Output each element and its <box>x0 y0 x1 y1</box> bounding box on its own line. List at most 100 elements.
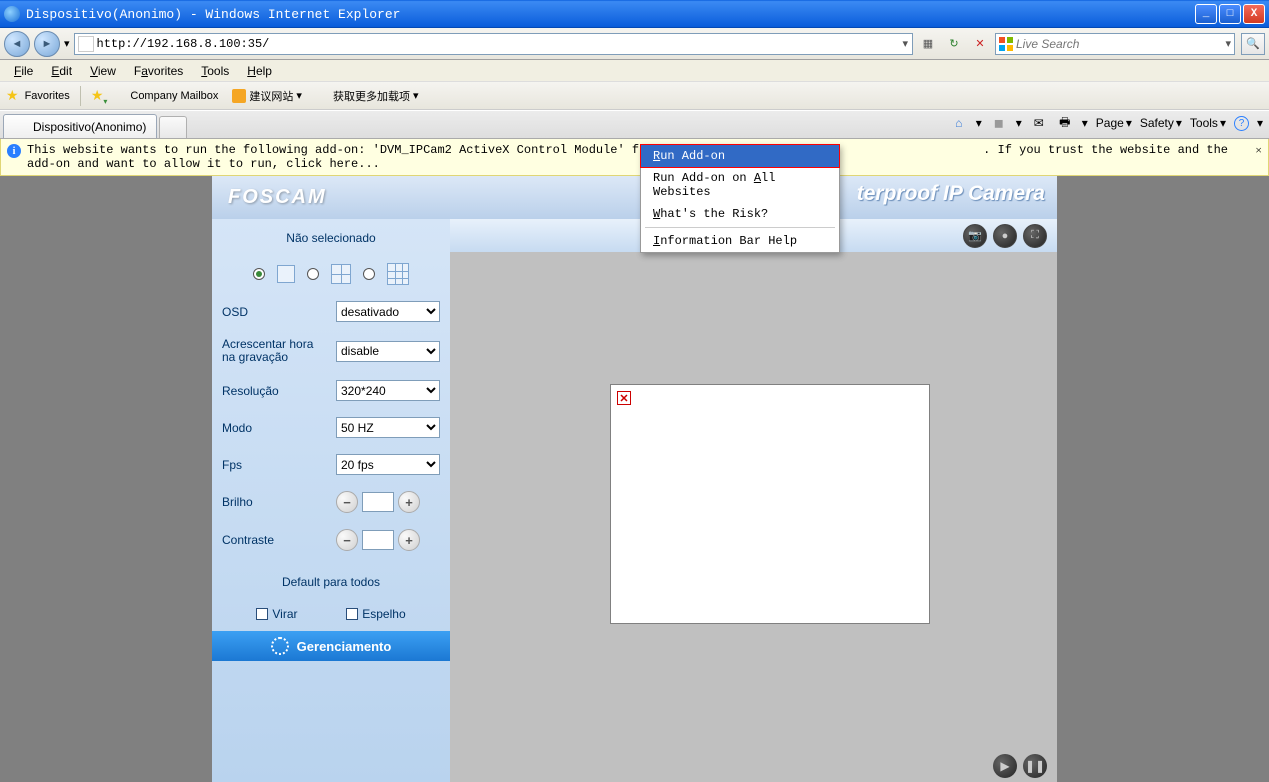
menu-bar: File Edit View Favorites Tools Help <box>0 60 1269 82</box>
dropdown-icon[interactable]: ▾ <box>1257 116 1263 130</box>
layout-selector <box>222 257 440 291</box>
back-button[interactable]: ◄ <box>4 31 30 57</box>
nav-dropdown-icon[interactable]: ▾ <box>64 37 70 50</box>
contrast-label: Contraste <box>222 533 328 547</box>
video-area: 📷 ● ⛶ ✕ ▶ ❚❚ <box>450 219 1057 782</box>
layout-9-radio[interactable] <box>363 268 375 280</box>
infobar-close-icon[interactable]: × <box>1255 143 1262 158</box>
menu-view[interactable]: View <box>82 62 124 80</box>
mail-icon[interactable]: ✉ <box>1030 114 1048 132</box>
compat-view-icon[interactable]: ▦ <box>917 33 939 55</box>
video-footer: ▶ ❚❚ <box>993 754 1047 778</box>
fav-get-more-addons[interactable]: 获取更多加载项 ▾ <box>312 86 423 106</box>
mirror-label: Espelho <box>362 607 405 621</box>
tools-menu[interactable]: Tools ▾ <box>1190 116 1226 130</box>
dropdown-icon[interactable]: ▾ <box>976 116 982 130</box>
fps-select[interactable]: 20 fps <box>336 454 440 475</box>
new-tab-button[interactable] <box>159 116 187 138</box>
close-button[interactable]: X <box>1243 4 1265 24</box>
app-header: FOSCAM terproof IP Camera <box>212 176 1057 219</box>
menu-whats-the-risk[interactable]: What's the Risk? <box>641 203 839 225</box>
help-icon[interactable]: ? <box>1234 116 1249 131</box>
gear-icon <box>271 637 289 655</box>
camera-sidebar: Não selecionado OSD desativado Acrescent… <box>212 219 450 782</box>
infobar-context-menu: RRun Add-onun Add-on Run Add-on on All W… <box>640 144 840 253</box>
forward-button[interactable]: ► <box>34 31 60 57</box>
layout-4-icon <box>331 264 351 284</box>
dropdown-icon[interactable]: ▾ <box>1016 116 1022 130</box>
tab-active[interactable]: Dispositivo(Anonimo) <box>3 114 157 138</box>
osd-select[interactable]: desativado <box>336 301 440 322</box>
camera-app: FOSCAM terproof IP Camera Não selecionad… <box>212 176 1057 782</box>
video-placeholder: ✕ <box>610 384 930 624</box>
sidebar-title: Não selecionado <box>222 227 440 253</box>
add-favorites-icon[interactable]: ★▾ <box>91 87 104 104</box>
layout-4-radio[interactable] <box>307 268 319 280</box>
separator <box>80 86 81 106</box>
window-title: Dispositivo(Anonimo) - Windows Internet … <box>26 7 1195 22</box>
menu-help[interactable]: Help <box>239 62 280 80</box>
snapshot-button[interactable]: 📷 <box>963 224 987 248</box>
menu-edit[interactable]: Edit <box>43 62 80 80</box>
search-input[interactable] <box>1016 37 1222 51</box>
search-button[interactable]: 🔍 <box>1241 33 1265 55</box>
record-button[interactable]: ● <box>993 224 1017 248</box>
page-menu[interactable]: Page ▾ <box>1096 116 1132 130</box>
maximize-button[interactable]: □ <box>1219 4 1241 24</box>
address-dropdown-icon[interactable]: ▾ <box>898 37 912 50</box>
ie-page-icon <box>316 89 330 103</box>
mode-label: Modo <box>222 421 328 435</box>
fav-company-mailbox[interactable]: Company Mailbox <box>109 87 222 105</box>
tab-title: Dispositivo(Anonimo) <box>33 120 146 134</box>
flip-label: Virar <box>272 607 297 621</box>
default-all-link[interactable]: Default para todos <box>222 561 440 597</box>
favorites-star-icon[interactable]: ★ <box>6 87 19 104</box>
menu-file[interactable]: File <box>6 62 41 80</box>
fav-suggested-sites[interactable]: 建议网站 ▾ <box>228 86 306 106</box>
menu-favorites[interactable]: Favorites <box>126 62 191 80</box>
rss-icon[interactable]: ◼ <box>990 114 1008 132</box>
dropdown-icon: ▾ <box>413 89 419 102</box>
resolution-select[interactable]: 320*240 <box>336 380 440 401</box>
menu-run-addon[interactable]: RRun Add-onun Add-on <box>640 144 840 168</box>
timestamp-select[interactable]: disable <box>336 341 440 362</box>
mode-select[interactable]: 50 HZ <box>336 417 440 438</box>
favorites-bar: ★ Favorites ★▾ Company Mailbox 建议网站 ▾ 获取… <box>0 82 1269 110</box>
layout-1-icon <box>277 265 295 283</box>
fullscreen-button[interactable]: ⛶ <box>1023 224 1047 248</box>
search-box[interactable]: ▾ <box>995 33 1235 55</box>
dropdown-icon[interactable]: ▾ <box>1082 116 1088 130</box>
resolution-label: Resolução <box>222 384 328 398</box>
menu-tools[interactable]: Tools <box>193 62 237 80</box>
brightness-minus-button[interactable]: − <box>336 491 358 513</box>
play-button[interactable]: ▶ <box>993 754 1017 778</box>
fav-more-label: 获取更多加载项 <box>333 88 410 104</box>
fav-company-mailbox-label: Company Mailbox <box>130 90 218 102</box>
fps-label: Fps <box>222 458 328 472</box>
address-input[interactable] <box>97 35 899 53</box>
contrast-plus-button[interactable]: + <box>398 529 420 551</box>
layout-1-radio[interactable] <box>253 268 265 280</box>
menu-info-bar-help[interactable]: Information Bar Help <box>641 230 839 252</box>
contrast-input[interactable] <box>362 530 394 550</box>
favorites-label[interactable]: Favorites <box>25 90 70 102</box>
contrast-minus-button[interactable]: − <box>336 529 358 551</box>
safety-menu[interactable]: Safety ▾ <box>1140 116 1182 130</box>
stop-button[interactable]: ✕ <box>969 33 991 55</box>
information-bar[interactable]: i This website wants to run the followin… <box>0 139 1269 176</box>
brightness-plus-button[interactable]: + <box>398 491 420 513</box>
print-icon[interactable]: 🖶 <box>1056 114 1074 132</box>
management-button[interactable]: Gerenciamento <box>212 631 450 661</box>
minimize-button[interactable]: _ <box>1195 4 1217 24</box>
search-dropdown-icon[interactable]: ▾ <box>1222 37 1234 50</box>
pause-button[interactable]: ❚❚ <box>1023 754 1047 778</box>
brightness-input[interactable] <box>362 492 394 512</box>
flip-checkbox[interactable]: Virar <box>256 607 297 621</box>
refresh-button[interactable]: ↻ <box>943 33 965 55</box>
page-content: FOSCAM terproof IP Camera Não selecionad… <box>0 176 1269 782</box>
window-titlebar: Dispositivo(Anonimo) - Windows Internet … <box>0 0 1269 28</box>
home-icon[interactable]: ⌂ <box>950 114 968 132</box>
mirror-checkbox[interactable]: Espelho <box>346 607 405 621</box>
menu-run-addon-all[interactable]: Run Add-on on All Websites <box>641 167 839 203</box>
address-bar[interactable]: ▾ <box>74 33 913 55</box>
